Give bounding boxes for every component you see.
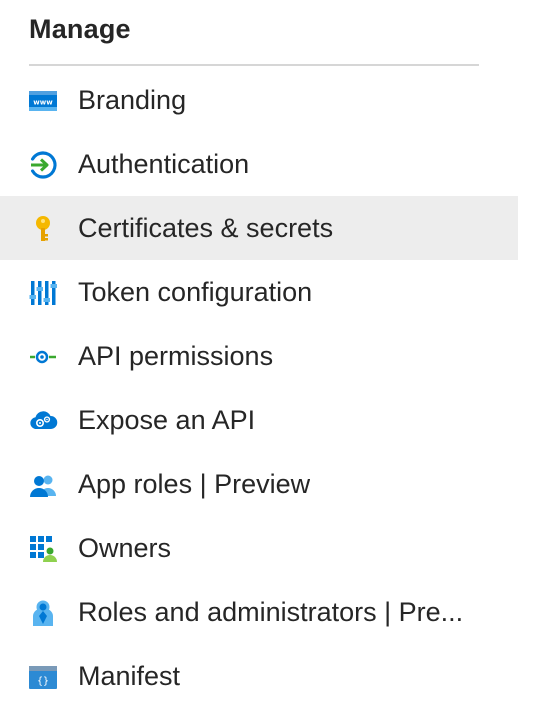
nav-item-certificates-secrets[interactable]: Certificates & secrets: [0, 196, 518, 260]
nav-item-owners[interactable]: Owners: [0, 516, 518, 580]
key-icon: [28, 214, 58, 244]
nav-item-branding[interactable]: www Branding: [0, 68, 518, 132]
authentication-icon: [28, 150, 58, 180]
nav-label: App roles | Preview: [78, 469, 311, 499]
branding-icon: www: [28, 86, 58, 116]
nav-label: Owners: [78, 533, 172, 563]
section-header: Manage: [29, 14, 131, 44]
owners-icon: [28, 534, 58, 564]
app-roles-icon: [28, 470, 58, 500]
nav-item-token-configuration[interactable]: Token configuration: [0, 260, 518, 324]
svg-text:www: www: [33, 99, 53, 107]
cloud-gear-icon: [28, 406, 58, 436]
nav-label: Certificates & secrets: [78, 213, 334, 243]
nav-label: Manifest: [78, 661, 181, 691]
divider: [29, 64, 479, 66]
manifest-icon: {}: [28, 662, 58, 692]
roles-administrators-icon: [28, 598, 58, 628]
nav-item-api-permissions[interactable]: API permissions: [0, 324, 518, 388]
nav-label: Authentication: [78, 149, 250, 179]
nav-label: Expose an API: [78, 405, 256, 435]
nav-label: Roles and administrators | Pre...: [78, 597, 464, 627]
nav-item-authentication[interactable]: Authentication: [0, 132, 518, 196]
api-permissions-icon: [28, 342, 58, 372]
token-configuration-icon: [28, 278, 58, 308]
nav-item-roles-administrators[interactable]: Roles and administrators | Pre...: [0, 580, 518, 644]
nav-label: API permissions: [78, 341, 274, 371]
svg-text:{}: {}: [37, 676, 49, 687]
nav-item-app-roles[interactable]: App roles | Preview: [0, 452, 518, 516]
nav-label: Token configuration: [78, 277, 313, 307]
nav-item-expose-an-api[interactable]: Expose an API: [0, 388, 518, 452]
manage-nav-list: www Branding Authentication Certificates…: [0, 68, 518, 708]
nav-item-manifest[interactable]: {} Manifest: [0, 644, 518, 708]
nav-label: Branding: [78, 85, 187, 115]
